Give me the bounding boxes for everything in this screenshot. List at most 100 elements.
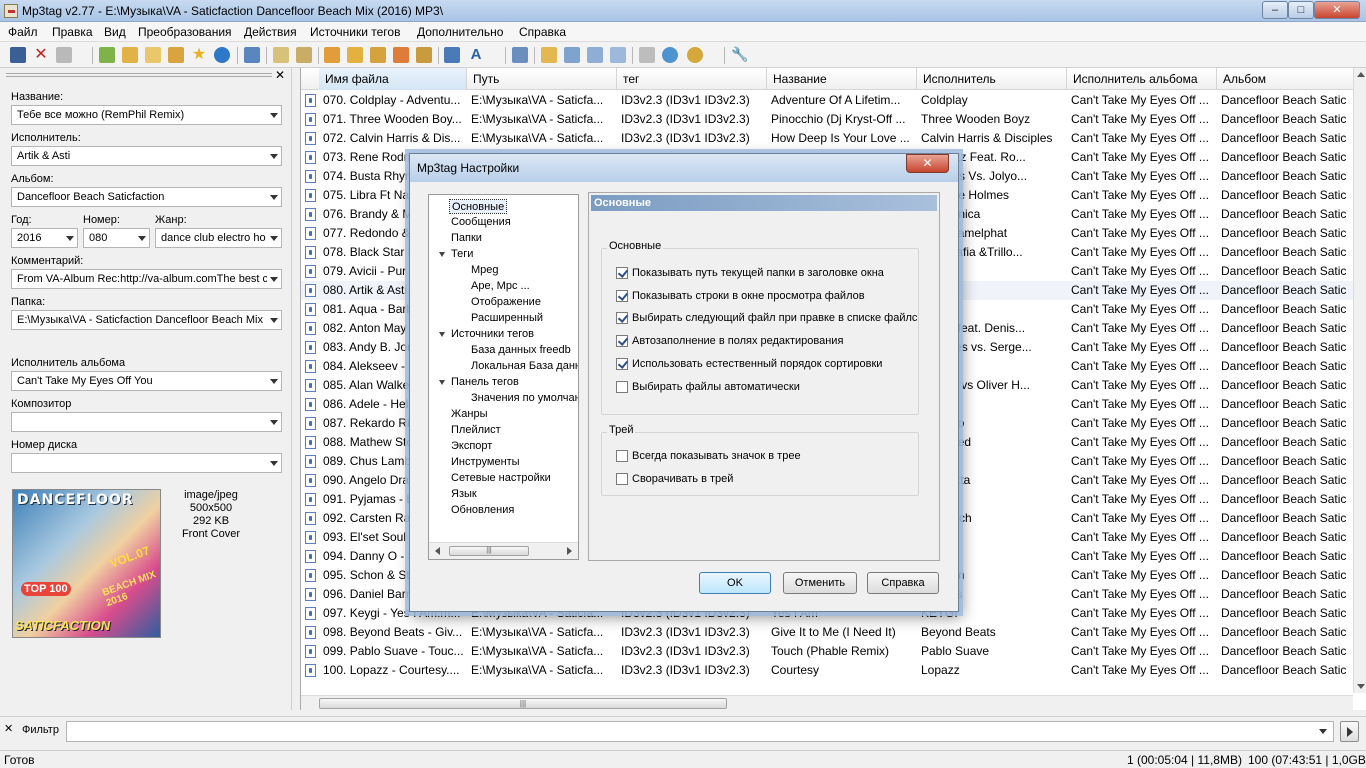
tree-item[interactable]: Экспорт <box>451 439 492 454</box>
column-header[interactable]: Исполнитель <box>917 68 1067 90</box>
tree-item[interactable]: Язык <box>451 487 477 502</box>
table-row[interactable]: 100. Lopazz - Courtesy.... E:\Музыка\VA -… <box>301 661 1353 680</box>
scroll-thumb[interactable]: ||| <box>449 546 529 556</box>
folder-field[interactable]: E:\Музыка\VA - Saticfaction Dancefloor B… <box>11 310 282 330</box>
option-checkbox[interactable]: Сворачивать в трей <box>616 472 733 486</box>
playlist-icon[interactable] <box>564 47 580 63</box>
tree-item[interactable]: Расширенный <box>471 311 543 326</box>
menu-extra[interactable]: Дополнительно <box>417 25 503 39</box>
settings-wrench-icon[interactable]: 🔧 <box>731 47 748 63</box>
table-row[interactable]: 070. Coldplay - Adventu... E:\Музыка\VA -… <box>301 91 1353 110</box>
menu-edit[interactable]: Правка <box>52 25 93 39</box>
disc-field[interactable] <box>11 453 282 473</box>
menu-convert[interactable]: Преобразования <box>138 25 232 39</box>
star-icon[interactable]: ★ <box>191 47 207 63</box>
favorites-folder-icon[interactable] <box>168 47 184 63</box>
tree-item[interactable]: Инструменты <box>451 455 520 470</box>
menu-help[interactable]: Справка <box>519 25 566 39</box>
add-dir-icon[interactable] <box>122 47 138 63</box>
refresh-icon[interactable] <box>214 47 230 63</box>
tree-item[interactable]: База данных freedb <box>471 343 571 358</box>
maximize-button[interactable]: □ <box>1288 1 1314 19</box>
edit-icon[interactable] <box>512 47 528 63</box>
autonumber-icon[interactable] <box>587 47 603 63</box>
tree-item[interactable]: Панель тегов <box>451 375 519 390</box>
comment-field[interactable]: From VA-Album Rec:http://va-album.comThe… <box>11 269 282 289</box>
open-folder-icon[interactable] <box>145 47 161 63</box>
case-conversion-icon[interactable] <box>444 47 460 63</box>
actions-icon[interactable]: A <box>468 47 484 63</box>
menu-file[interactable]: Файл <box>8 25 38 39</box>
title-field[interactable]: Тебе все можно (RemPhil Remix) <box>11 105 282 125</box>
option-checkbox[interactable]: Показывать строки в окне просмотра файло… <box>616 289 865 303</box>
paste-tag-icon[interactable] <box>296 47 312 63</box>
tree-item[interactable]: Ape, Mpc ... <box>471 279 530 294</box>
chevron-down-icon[interactable] <box>439 252 445 257</box>
export-icon[interactable] <box>541 47 557 63</box>
tree-scrollbar[interactable]: ||| <box>429 542 578 559</box>
table-row[interactable]: 099. Pablo Suave - Touc... E:\Музыка\VA -… <box>301 642 1353 661</box>
column-header[interactable]: Имя файла <box>319 68 467 90</box>
close-icon[interactable]: ✕ <box>4 722 13 735</box>
column-header[interactable]: Название <box>767 68 917 90</box>
scroll-thumb[interactable]: ||| <box>319 698 727 709</box>
option-checkbox[interactable]: Автозаполнение в полях редактирования <box>616 334 843 348</box>
option-checkbox[interactable]: Выбирать файлы автоматически <box>616 380 800 394</box>
dialog-close-button[interactable]: ✕ <box>906 154 949 173</box>
copy-tag-icon[interactable] <box>273 47 289 63</box>
tree-item[interactable]: Сообщения <box>451 215 511 230</box>
minimize-button[interactable]: – <box>1262 1 1288 19</box>
horizontal-scrollbar[interactable]: ||| <box>301 695 1353 710</box>
chevron-down-icon[interactable] <box>439 380 445 385</box>
text-file-tag-icon[interactable] <box>393 47 409 63</box>
album-artist-field[interactable]: Can't Take My Eyes Off You <box>11 371 282 391</box>
close-icon[interactable]: ✕ <box>275 68 285 82</box>
table-row[interactable]: 071. Three Wooden Boy... E:\Музыка\VA - S… <box>301 110 1353 129</box>
change-dir-icon[interactable] <box>99 47 115 63</box>
remove-tag-icon[interactable]: ✕ <box>33 47 49 63</box>
tree-item[interactable]: Теги <box>451 247 473 262</box>
filename-to-tag-icon[interactable] <box>347 47 363 63</box>
tag-to-filename-icon[interactable] <box>324 47 340 63</box>
column-header[interactable]: Путь <box>467 68 617 90</box>
vertical-scrollbar[interactable] <box>1353 68 1366 693</box>
tree-item[interactable]: Жанры <box>451 407 488 422</box>
option-checkbox[interactable]: Показывать путь текущей папки в заголовк… <box>616 266 884 280</box>
tree-item[interactable]: Плейлист <box>451 423 501 438</box>
artist-field[interactable]: Artik & Asti <box>11 146 282 166</box>
tree-item[interactable]: Папки <box>451 231 482 246</box>
table-row[interactable]: 072. Calvin Harris & Dis... E:\Музыка\VA … <box>301 129 1353 148</box>
filter-go-button[interactable] <box>1340 721 1359 742</box>
tree-item[interactable]: Локальная База данн <box>471 359 578 374</box>
tree-item[interactable]: Сетевые настройки <box>451 471 551 486</box>
ok-button[interactable]: OK <box>699 572 771 594</box>
filename-filename-icon[interactable] <box>370 47 386 63</box>
chevron-down-icon[interactable] <box>439 332 445 337</box>
help-button[interactable]: Справка <box>867 572 939 594</box>
tree-item[interactable]: Mpeg <box>471 263 499 278</box>
album-field[interactable]: Dancefloor Beach Saticfaction <box>11 187 282 207</box>
column-header[interactable]: тег <box>617 68 767 90</box>
menu-actions[interactable]: Действия <box>244 25 297 39</box>
cd-icon[interactable] <box>639 47 655 63</box>
option-checkbox[interactable]: Всегда показывать значок в трее <box>616 449 801 463</box>
globe-icon[interactable] <box>687 47 703 63</box>
genre-field[interactable]: dance club electro ho <box>155 228 282 248</box>
tree-item[interactable]: Значения по умолчан <box>471 391 578 406</box>
tree-item[interactable]: Отображение <box>471 295 541 310</box>
track-field[interactable]: 080 <box>83 228 150 248</box>
undo-icon[interactable] <box>56 47 72 63</box>
tree-item[interactable]: Обновления <box>451 503 514 518</box>
tree-item[interactable]: Источники тегов <box>451 327 534 342</box>
cover-art[interactable]: DANCEFLOOR TOP 100 SATICFACTION VOL.07 B… <box>12 489 161 638</box>
tree-item[interactable]: Основные <box>449 199 508 214</box>
web-source-icon[interactable] <box>662 47 678 63</box>
column-header[interactable]: Исполнитель альбома <box>1067 68 1217 90</box>
tag-panel-icon[interactable] <box>244 47 260 63</box>
tag-tag-icon[interactable] <box>416 47 432 63</box>
composer-field[interactable] <box>11 412 282 432</box>
save-icon[interactable] <box>10 47 26 63</box>
menu-view[interactable]: Вид <box>104 25 126 39</box>
option-checkbox[interactable]: Использовать естественный порядок сортир… <box>616 357 882 371</box>
year-field[interactable]: 2016 <box>11 228 78 248</box>
